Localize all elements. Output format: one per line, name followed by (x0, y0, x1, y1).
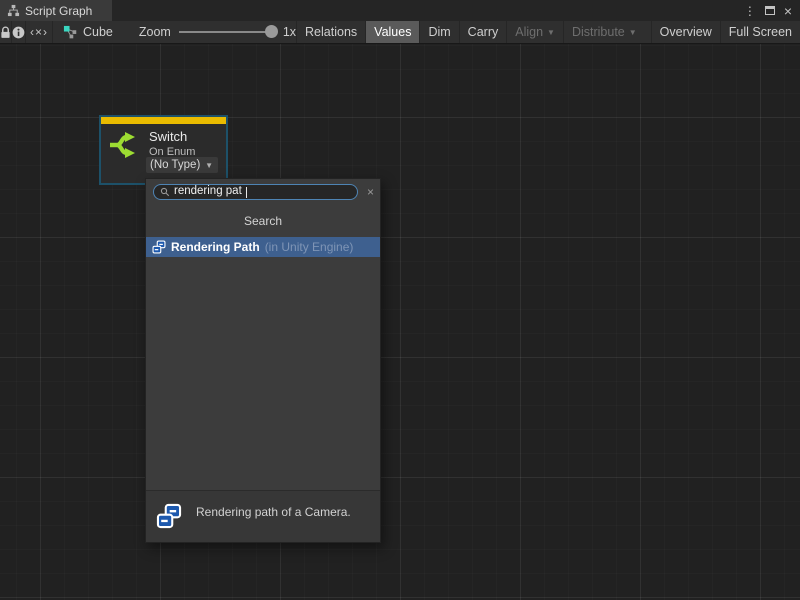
relations-label: Relations (305, 25, 357, 39)
values-button[interactable]: Values (365, 21, 419, 43)
distribute-button[interactable]: Distribute ▼ (563, 21, 645, 43)
switch-branch-icon (108, 132, 142, 158)
zoom-slider-handle[interactable] (265, 25, 278, 38)
node-title: Switch (149, 129, 195, 144)
align-button[interactable]: Align ▼ (506, 21, 563, 43)
node-warning-bar (101, 117, 226, 124)
zoom-slider[interactable] (179, 25, 275, 39)
overview-label: Overview (660, 25, 712, 39)
distribute-label: Distribute (572, 25, 625, 39)
node-type-value: (No Type) (150, 159, 200, 171)
tab-script-graph[interactable]: Script Graph (0, 0, 112, 21)
code-view-button[interactable]: ‹×› (26, 21, 53, 43)
maximize-icon[interactable] (765, 6, 775, 15)
chevron-down-icon: ▼ (629, 28, 637, 37)
search-row: rendering pat × (146, 179, 380, 204)
zoom-slider-track (179, 31, 275, 33)
relations-button[interactable]: Relations (296, 21, 365, 43)
search-query: rendering pat (174, 186, 242, 198)
info-button[interactable] (12, 21, 26, 43)
search-input[interactable]: rendering pat (153, 184, 358, 200)
graph-toolbar: ‹×› Cube Zoom 1x Relations Values (0, 21, 800, 44)
tab-title: Script Graph (25, 4, 92, 18)
result-description-footer: Rendering path of a Camera. (146, 490, 380, 542)
values-label: Values (374, 25, 411, 39)
search-result-row[interactable]: Rendering Path (in Unity Engine) (146, 237, 380, 257)
result-description: Rendering path of a Camera. (196, 503, 351, 542)
result-name: Rendering Path (171, 240, 260, 254)
graph-nodes-icon (63, 25, 77, 39)
full-screen-button[interactable]: Full Screen (720, 21, 800, 43)
graph-target-label: Cube (83, 25, 113, 39)
tab-bar: Script Graph ⋮ × (0, 0, 800, 21)
full-screen-label: Full Screen (729, 25, 792, 39)
overview-button[interactable]: Overview (651, 21, 720, 43)
zoom-control: Zoom 1x (139, 21, 296, 43)
lock-icon (0, 26, 11, 39)
window-controls: ⋮ × (744, 0, 800, 21)
zoom-label: Zoom (139, 25, 171, 39)
enum-icon (152, 240, 166, 254)
graph-target-button[interactable]: Cube (53, 21, 125, 43)
close-icon[interactable]: × (784, 4, 792, 18)
switch-node[interactable]: Switch On Enum (No Type) ▼ (99, 115, 228, 185)
results-empty-area (146, 257, 380, 490)
chevron-down-icon: ▼ (205, 161, 213, 170)
code-icon: ‹×› (30, 25, 48, 39)
toolbar-toggles: Relations Values Dim Carry Align ▼ Distr… (296, 21, 800, 43)
carry-button[interactable]: Carry (459, 21, 507, 43)
info-icon (12, 26, 25, 39)
chevron-down-icon: ▼ (547, 28, 555, 37)
search-section-header: Search (146, 204, 380, 237)
result-context: (in Unity Engine) (265, 240, 354, 254)
zoom-value: 1x (283, 25, 296, 39)
script-graph-window: Script Graph ⋮ × ‹×› (0, 0, 800, 600)
dim-button[interactable]: Dim (419, 21, 458, 43)
enum-icon (156, 503, 182, 529)
align-label: Align (515, 25, 543, 39)
carry-label: Carry (468, 25, 499, 39)
dim-label: Dim (428, 25, 450, 39)
lock-button[interactable] (0, 21, 12, 43)
fuzzy-finder-popup: rendering pat × Search Rendering Path (i… (145, 178, 381, 543)
clear-search-icon[interactable]: × (367, 186, 374, 198)
text-caret (246, 187, 247, 198)
search-icon (160, 187, 170, 197)
node-type-dropdown[interactable]: (No Type) ▼ (146, 157, 218, 173)
script-graph-icon (7, 4, 20, 17)
window-menu-icon[interactable]: ⋮ (744, 5, 756, 17)
